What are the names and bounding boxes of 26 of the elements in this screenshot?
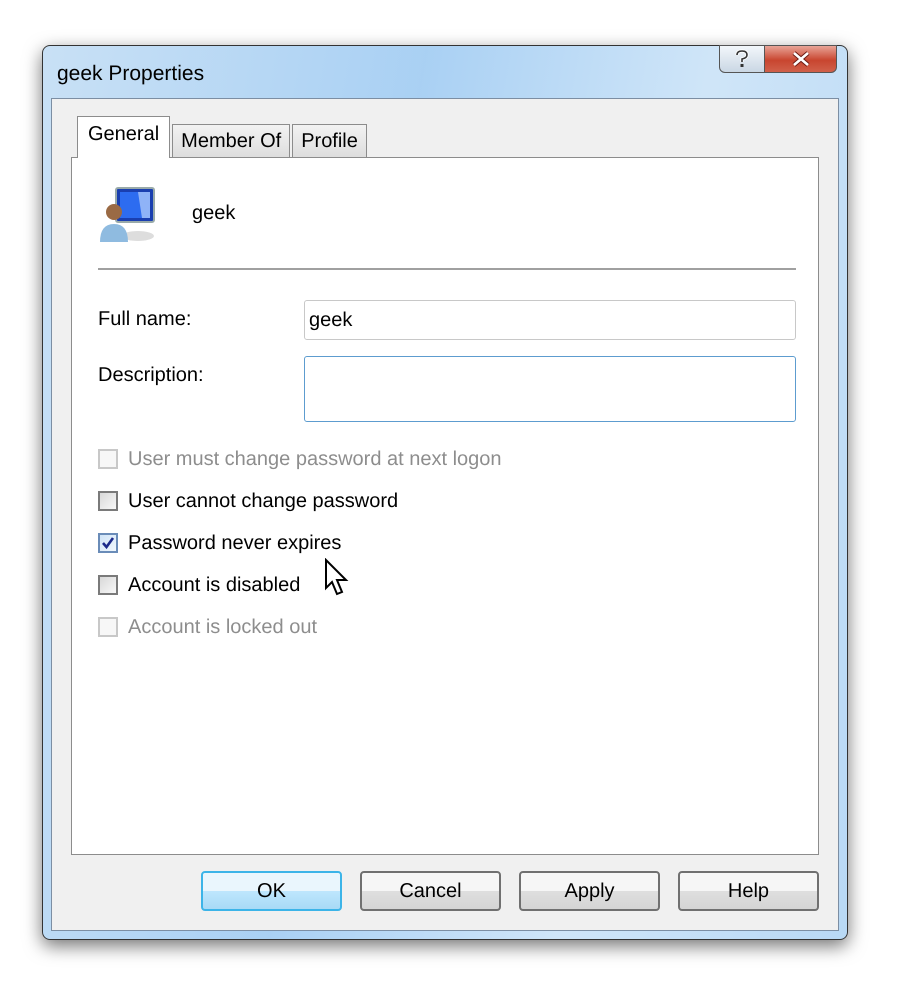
checkbox-label: Account is disabled — [128, 574, 300, 596]
field-label: Description: — [98, 363, 205, 387]
tab[interactable]: Member Of — [172, 124, 290, 158]
checkbox-label: User cannot change password — [128, 490, 398, 512]
mouse-pointer-icon — [324, 558, 350, 598]
tab[interactable]: General — [77, 116, 170, 158]
checkbox[interactable] — [98, 491, 118, 511]
checkbox[interactable] — [98, 533, 118, 553]
input-field[interactable] — [304, 356, 796, 422]
close-icon — [790, 51, 810, 67]
window-title: geek Properties — [57, 62, 204, 86]
checkbox-label: Password never expires — [128, 532, 342, 554]
dialog-button[interactable]: Apply — [519, 871, 660, 911]
question-icon — [733, 49, 751, 69]
checkbox-label: Account is locked out — [128, 616, 317, 638]
tab[interactable]: Profile — [292, 124, 367, 158]
dialog-button[interactable]: Cancel — [360, 871, 501, 911]
dialog-button[interactable]: Help — [678, 871, 819, 911]
input-field[interactable]: geek — [304, 300, 796, 340]
dialog-button[interactable]: OK — [201, 871, 342, 911]
user-name: geek — [192, 202, 236, 224]
help-button[interactable] — [719, 45, 765, 73]
checkbox[interactable] — [98, 575, 118, 595]
checkbox-label: User must change password at next logon — [128, 448, 502, 470]
field-label: Full name: — [98, 307, 192, 331]
close-button[interactable] — [765, 45, 837, 73]
